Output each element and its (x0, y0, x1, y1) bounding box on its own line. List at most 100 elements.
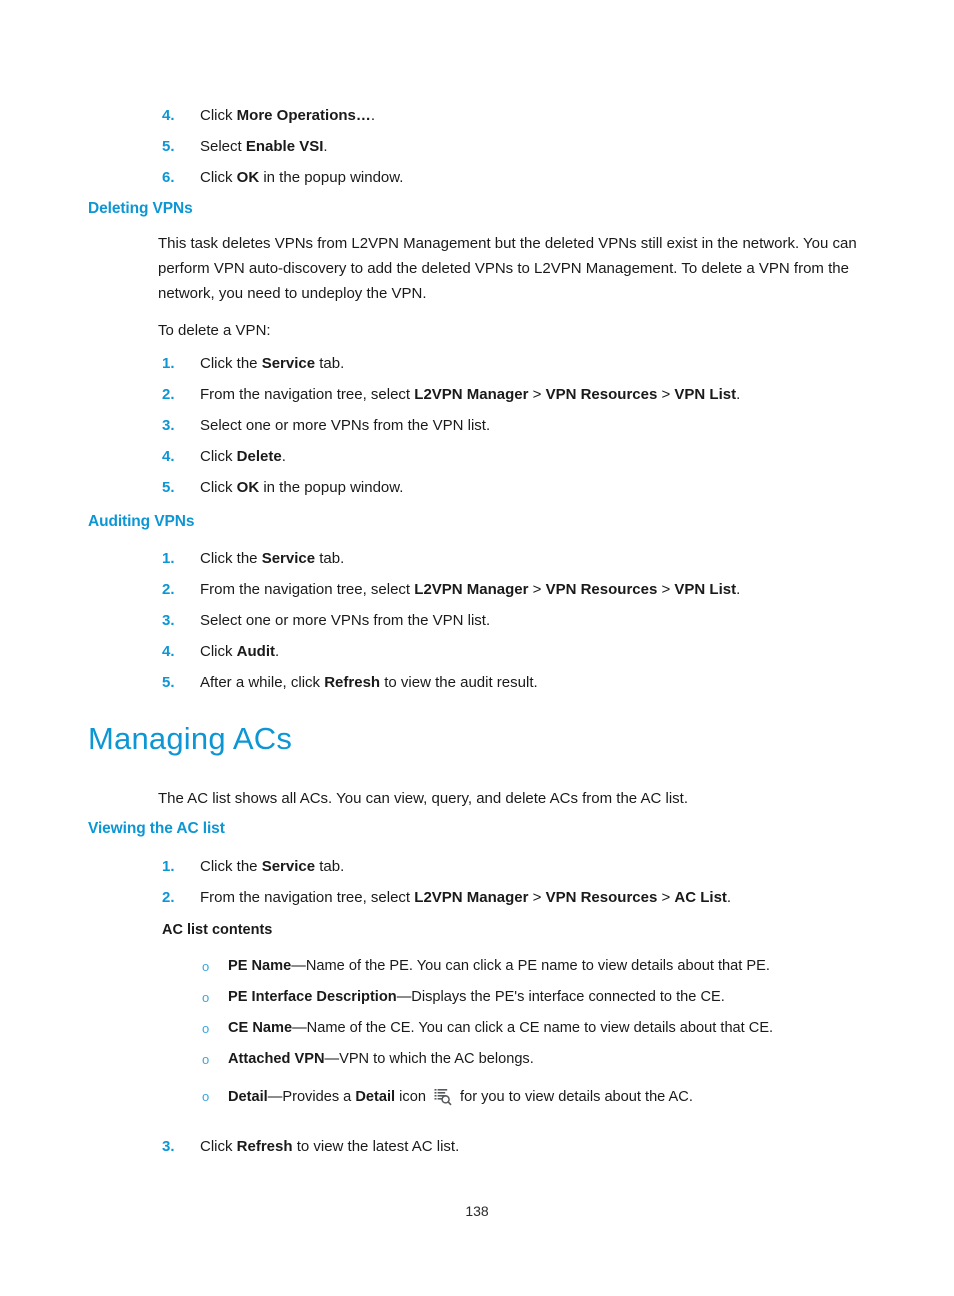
step-text-bold: L2VPN Manager (414, 889, 529, 906)
ordered-list: 1. Click the Service tab. 2. From the navi… (162, 348, 902, 503)
top-steps-list: 4. Click More Operations…. 5. Select Enabl… (162, 100, 862, 193)
step-text-post: . (323, 138, 328, 155)
list-item: o PE Name—Name of the PE. You can click a… (200, 951, 900, 982)
term-label: PE Name (228, 958, 292, 974)
list-item: 2. From the navigation tree, select L2VPN… (162, 574, 902, 605)
list-item: 2. From the navigation tree, select L2VPN… (162, 379, 902, 410)
step-text-bold2: VPN Resources (545, 581, 658, 598)
step-number: 2. (162, 386, 175, 403)
step-text-post: to view the audit result. (380, 674, 538, 691)
detail-text-post: for you to view details about the AC. (456, 1089, 693, 1105)
em-dash: — (292, 1020, 307, 1036)
bullet-list: o Detail—Provides a Detail icon for you t… (200, 1082, 900, 1112)
step-text-bold: OK (236, 169, 260, 186)
paragraph-managing-acs: The AC list shows all ACs. You can view,… (158, 790, 688, 807)
step-number: 3. (162, 612, 175, 629)
list-item: o PE Interface Description—Displays the P… (200, 982, 900, 1013)
step-text-post: . (736, 386, 741, 403)
em-dash: — (267, 1089, 283, 1105)
circle-bullet-icon: o (202, 959, 210, 974)
step-text-bold3: VPN List (674, 386, 737, 403)
step-number: 4. (162, 107, 175, 124)
step-text-sep1: > (528, 386, 546, 403)
step-text-post: . (275, 643, 280, 660)
step-text-post: . (281, 448, 286, 465)
ordered-list: 1. Click the Service tab. 2. From the navi… (162, 543, 902, 698)
circle-bullet-icon: o (202, 990, 210, 1005)
ac-list-detail-item: o Detail—Provides a Detail icon for you t… (200, 1082, 900, 1112)
section-heading-auditing-vpns: Auditing VPNs (88, 513, 195, 530)
list-item: 1. Click the Service tab. (162, 543, 902, 574)
step-text-post: in the popup window. (259, 169, 404, 186)
list-item: 4. Click More Operations…. (162, 100, 862, 131)
em-dash: — (291, 958, 306, 974)
step-text-pre: Click (200, 479, 237, 496)
auditing-vpns-steps: 1. Click the Service tab. 2. From the navi… (162, 543, 902, 698)
step-text-pre: Click (200, 107, 237, 124)
list-item: 5. Select Enable VSI. (162, 131, 862, 162)
list-item: 3. Click Refresh to view the latest AC li… (162, 1131, 862, 1162)
term-description: Name of the PE. You can click a PE name … (305, 958, 770, 974)
term-label: Detail (228, 1089, 268, 1105)
step-text-bold: L2VPN Manager (414, 386, 529, 403)
step-text-sep2: > (657, 386, 675, 403)
list-item: 4. Click Audit. (162, 636, 902, 667)
step-text-bold: Audit (236, 643, 275, 660)
list-item: 2. From the navigation tree, select L2VPN… (162, 882, 902, 913)
step-text-bold: L2VPN Manager (414, 581, 529, 598)
step-text-bold: Delete (236, 448, 282, 465)
step-text-bold: Service (261, 355, 316, 372)
step-text-pre: From the navigation tree, select (200, 386, 415, 403)
step-number: 5. (162, 479, 175, 496)
list-item: 1. Click the Service tab. (162, 348, 902, 379)
step-text-bold: OK (236, 479, 260, 496)
list-item: 6. Click OK in the popup window. (162, 162, 862, 193)
step-number: 4. (162, 448, 175, 465)
step-text-pre: Click (200, 448, 237, 465)
list-item: 3. Select one or more VPNs from the VPN l… (162, 605, 902, 636)
ac-list-contents-list: o PE Name—Name of the PE. You can click a… (200, 951, 900, 1075)
step-text-bold: Service (261, 550, 316, 567)
section-heading-viewing-ac-list: Viewing the AC list (88, 820, 225, 837)
step-text-pre: From the navigation tree, select (200, 889, 415, 906)
term-label: CE Name (228, 1020, 293, 1036)
circle-bullet-icon: o (202, 1021, 210, 1036)
step-text-pre: Select one or more VPNs from the VPN lis… (200, 417, 491, 434)
step-text-post: . (726, 889, 732, 906)
step-text-pre: Click (200, 643, 237, 660)
ordered-list: 1. Click the Service tab. 2. From the navi… (162, 851, 902, 913)
term-label: Attached VPN (228, 1051, 325, 1067)
subheading-ac-list-contents: AC list contents (162, 922, 273, 938)
step-text-sep1: > (528, 581, 546, 598)
step-text-bold: Refresh (324, 674, 381, 691)
list-item: 1. Click the Service tab. (162, 851, 902, 882)
step-text-pre: Click the (200, 858, 262, 875)
step-number: 1. (162, 550, 175, 567)
step-text-sep2: > (657, 889, 675, 906)
step-text-pre: Click (200, 169, 237, 186)
page-title-managing-acs: Managing ACs (88, 721, 293, 756)
step-text-sep2: > (657, 581, 675, 598)
step-text-bold: Enable VSI (245, 138, 324, 155)
deleting-vpns-steps: 1. Click the Service tab. 2. From the navi… (162, 348, 902, 503)
detail-list-magnifier-icon (434, 1087, 452, 1106)
step-text-post: . (736, 581, 741, 598)
step-text-pre: From the navigation tree, select (200, 581, 415, 598)
detail-text-mid: icon (395, 1089, 430, 1105)
term-label: PE Interface Description (228, 989, 397, 1005)
list-item: o Detail—Provides a Detail icon for you t… (200, 1082, 900, 1112)
list-item: 5. Click OK in the popup window. (162, 472, 902, 503)
page-number: 138 (465, 1203, 489, 1219)
step-number: 5. (162, 138, 175, 155)
term-description: Name of the CE. You can click a CE name … (306, 1020, 774, 1036)
step-text-bold3: AC List (674, 889, 727, 906)
step-text-pre: After a while, click (200, 674, 325, 691)
detail-bold-label: Detail (355, 1089, 396, 1105)
step-text-bold: Service (261, 858, 316, 875)
list-item: 5. After a while, click Refresh to view t… (162, 667, 902, 698)
em-dash: — (396, 989, 412, 1005)
list-item: o Attached VPN—VPN to which the AC belong… (200, 1044, 900, 1075)
term-description: Displays the PE's interface connected to… (411, 989, 725, 1005)
step-number: 2. (162, 581, 175, 598)
step-text-bold2: VPN Resources (545, 889, 658, 906)
